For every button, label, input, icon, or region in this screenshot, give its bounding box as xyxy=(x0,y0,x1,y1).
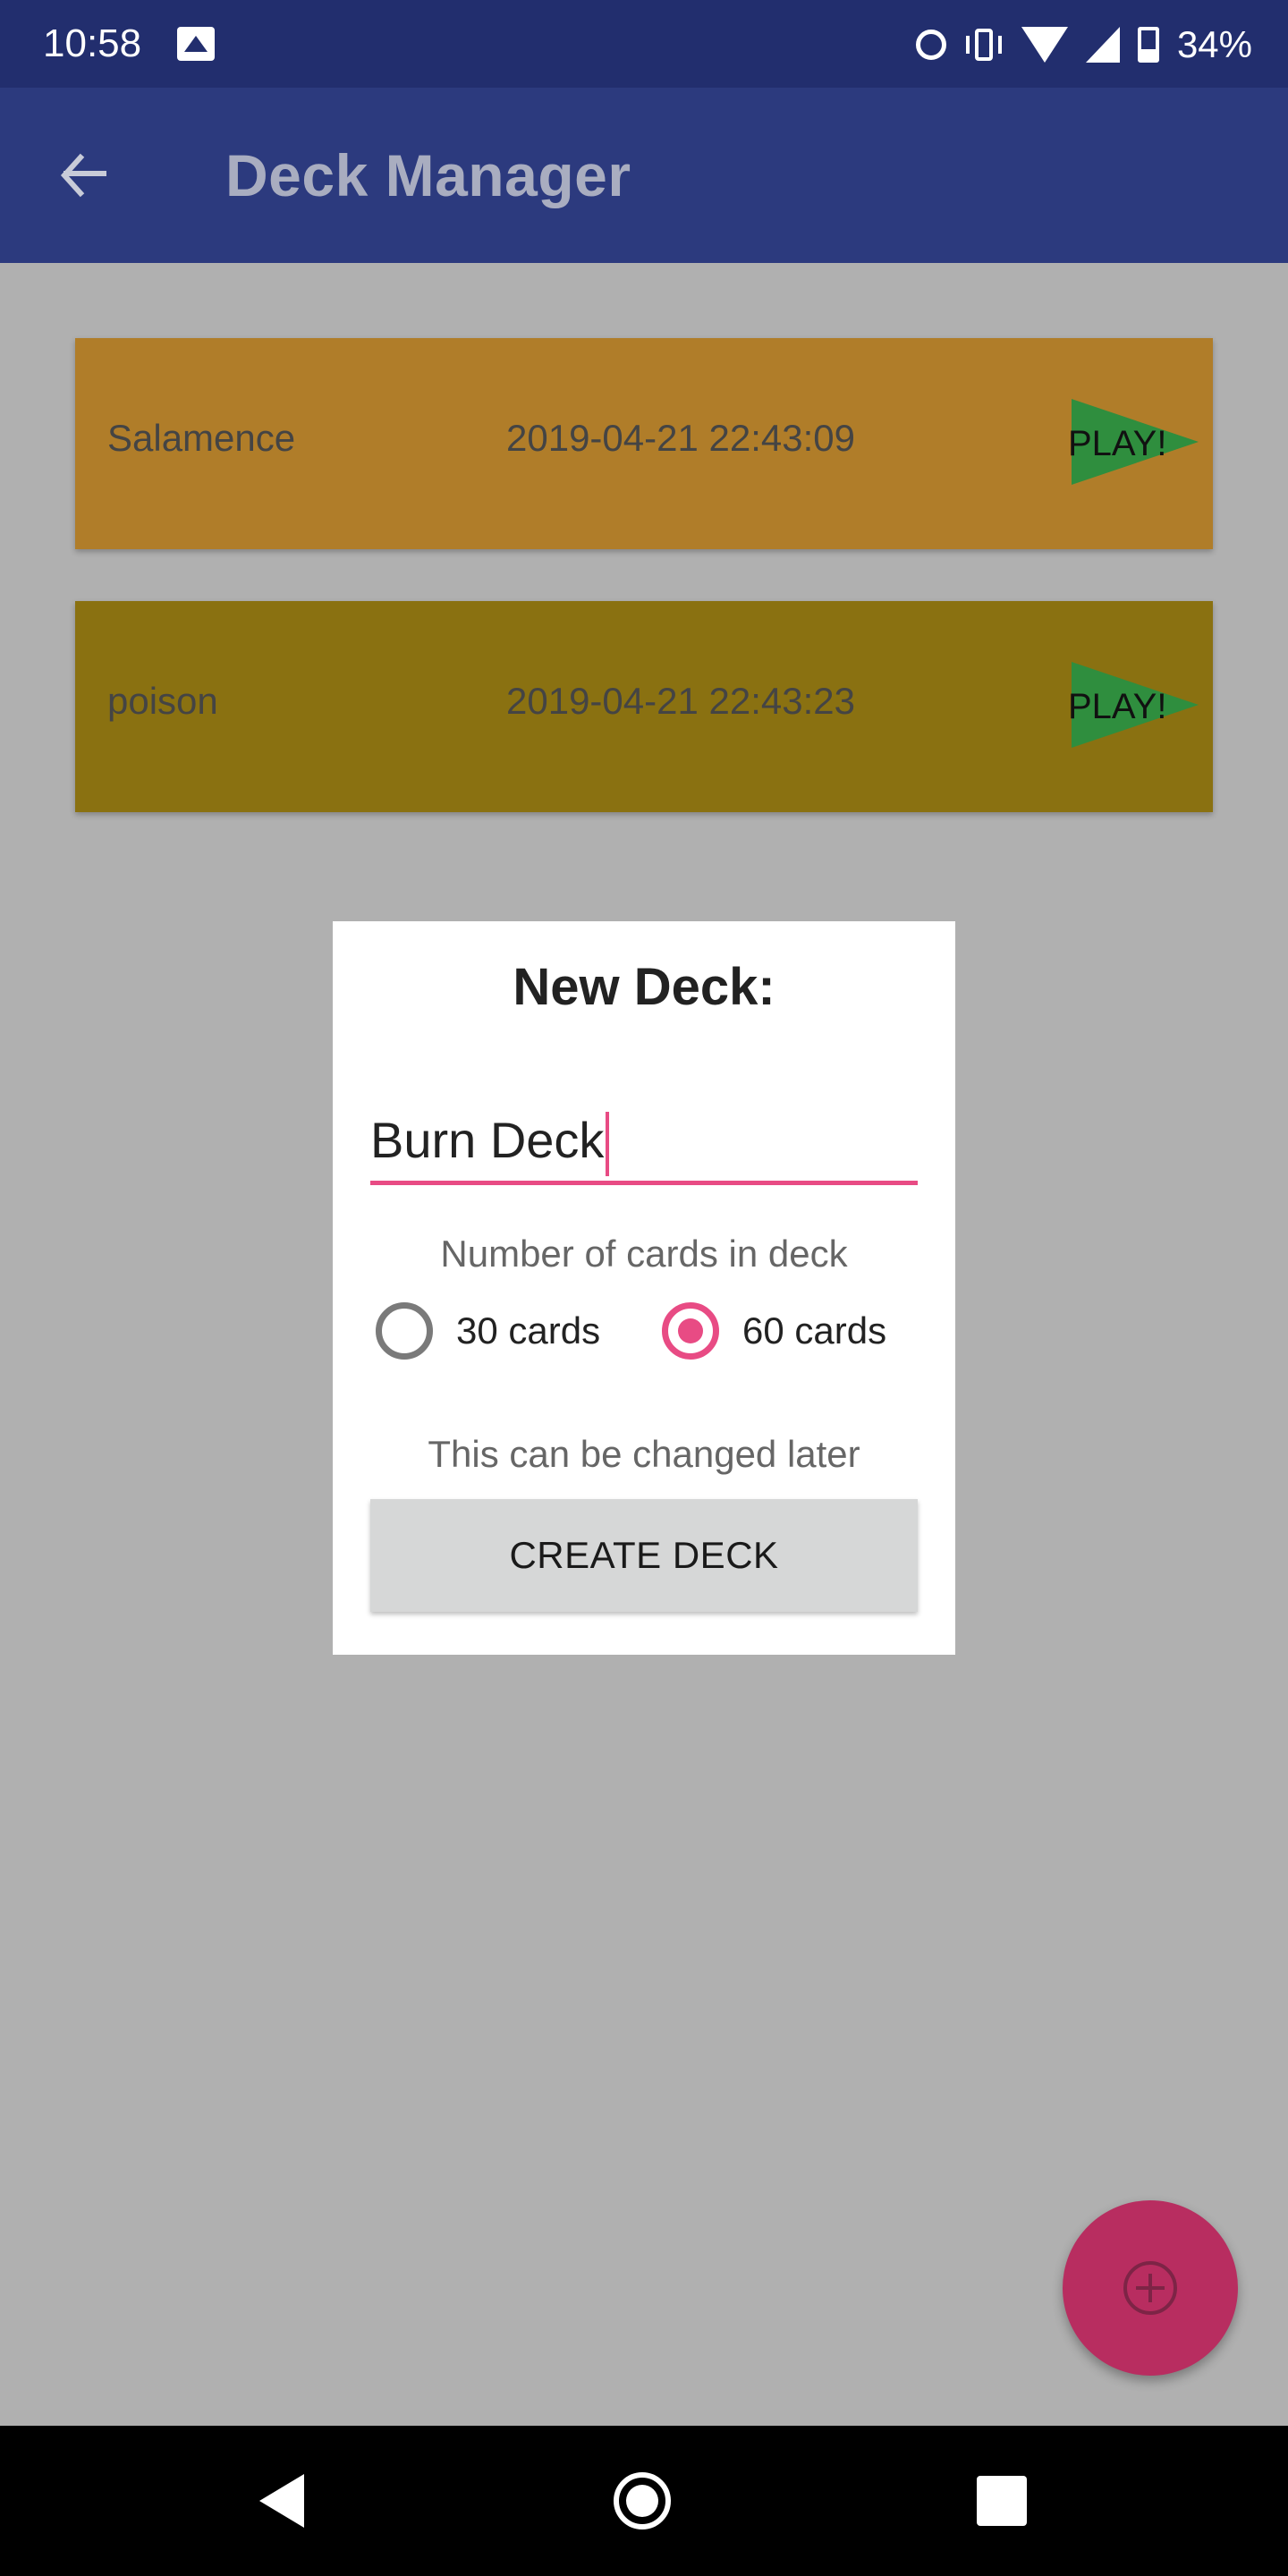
status-time: 10:58 xyxy=(43,21,142,65)
deck-row-salamence[interactable]: Salamence 2019-04-21 22:43:09 PLAY! xyxy=(75,338,1213,549)
add-deck-fab[interactable] xyxy=(1063,2200,1238,2376)
deck-name: Salamence xyxy=(107,417,296,459)
play-label: PLAY! xyxy=(1068,687,1167,726)
app-bar: Deck Manager xyxy=(0,88,1288,263)
deck-name: poison xyxy=(107,680,218,722)
dialog-title: New Deck: xyxy=(513,958,775,1016)
wifi-icon xyxy=(1021,27,1068,63)
status-bar: 10:58 34% xyxy=(0,0,1288,88)
play-button[interactable]: PLAY! xyxy=(991,662,1199,751)
image-notification-icon xyxy=(177,27,215,61)
cell-signal-icon xyxy=(1085,27,1120,63)
radio-checked-icon xyxy=(662,1302,719,1360)
deck-name-value: Burn Deck xyxy=(370,1112,605,1168)
create-deck-button[interactable]: CREATE DECK xyxy=(370,1499,918,1612)
battery-percent: 34% xyxy=(1176,23,1252,65)
system-nav-bar xyxy=(0,2426,1288,2576)
nav-recents-icon[interactable] xyxy=(977,2476,1027,2526)
new-deck-dialog: New Deck: Burn Deck Number of cards in d… xyxy=(333,921,955,1655)
deck-date: 2019-04-21 22:43:09 xyxy=(506,417,855,459)
radio-label: 60 cards xyxy=(742,1309,887,1352)
add-circle-icon xyxy=(1123,2261,1177,2315)
alarm-icon xyxy=(915,30,946,60)
text-cursor xyxy=(606,1112,610,1177)
battery-icon xyxy=(1137,27,1159,63)
nav-back-icon[interactable] xyxy=(259,2474,304,2528)
play-label: PLAY! xyxy=(1068,424,1167,463)
arrow-left-icon[interactable] xyxy=(54,147,111,204)
deck-date: 2019-04-21 22:43:23 xyxy=(506,680,855,722)
page-title: Deck Manager xyxy=(225,142,631,208)
nav-home-icon[interactable] xyxy=(614,2472,671,2529)
deck-row-poison[interactable]: poison 2019-04-21 22:43:23 PLAY! xyxy=(75,601,1213,812)
play-button[interactable]: PLAY! xyxy=(991,399,1199,488)
radio-30-cards[interactable]: 30 cards xyxy=(376,1295,600,1367)
radio-label: 30 cards xyxy=(456,1309,601,1352)
vibrate-icon xyxy=(964,25,1004,64)
change-note: This can be changed later xyxy=(428,1433,860,1475)
deck-name-input: Burn Deck xyxy=(370,1111,610,1177)
radio-unchecked-icon xyxy=(376,1302,433,1360)
radio-60-cards[interactable]: 60 cards xyxy=(662,1295,886,1367)
cards-count-label: Number of cards in deck xyxy=(440,1233,848,1275)
status-icons: 34% xyxy=(915,20,1252,70)
deck-name-field[interactable]: Burn Deck xyxy=(370,1072,918,1185)
